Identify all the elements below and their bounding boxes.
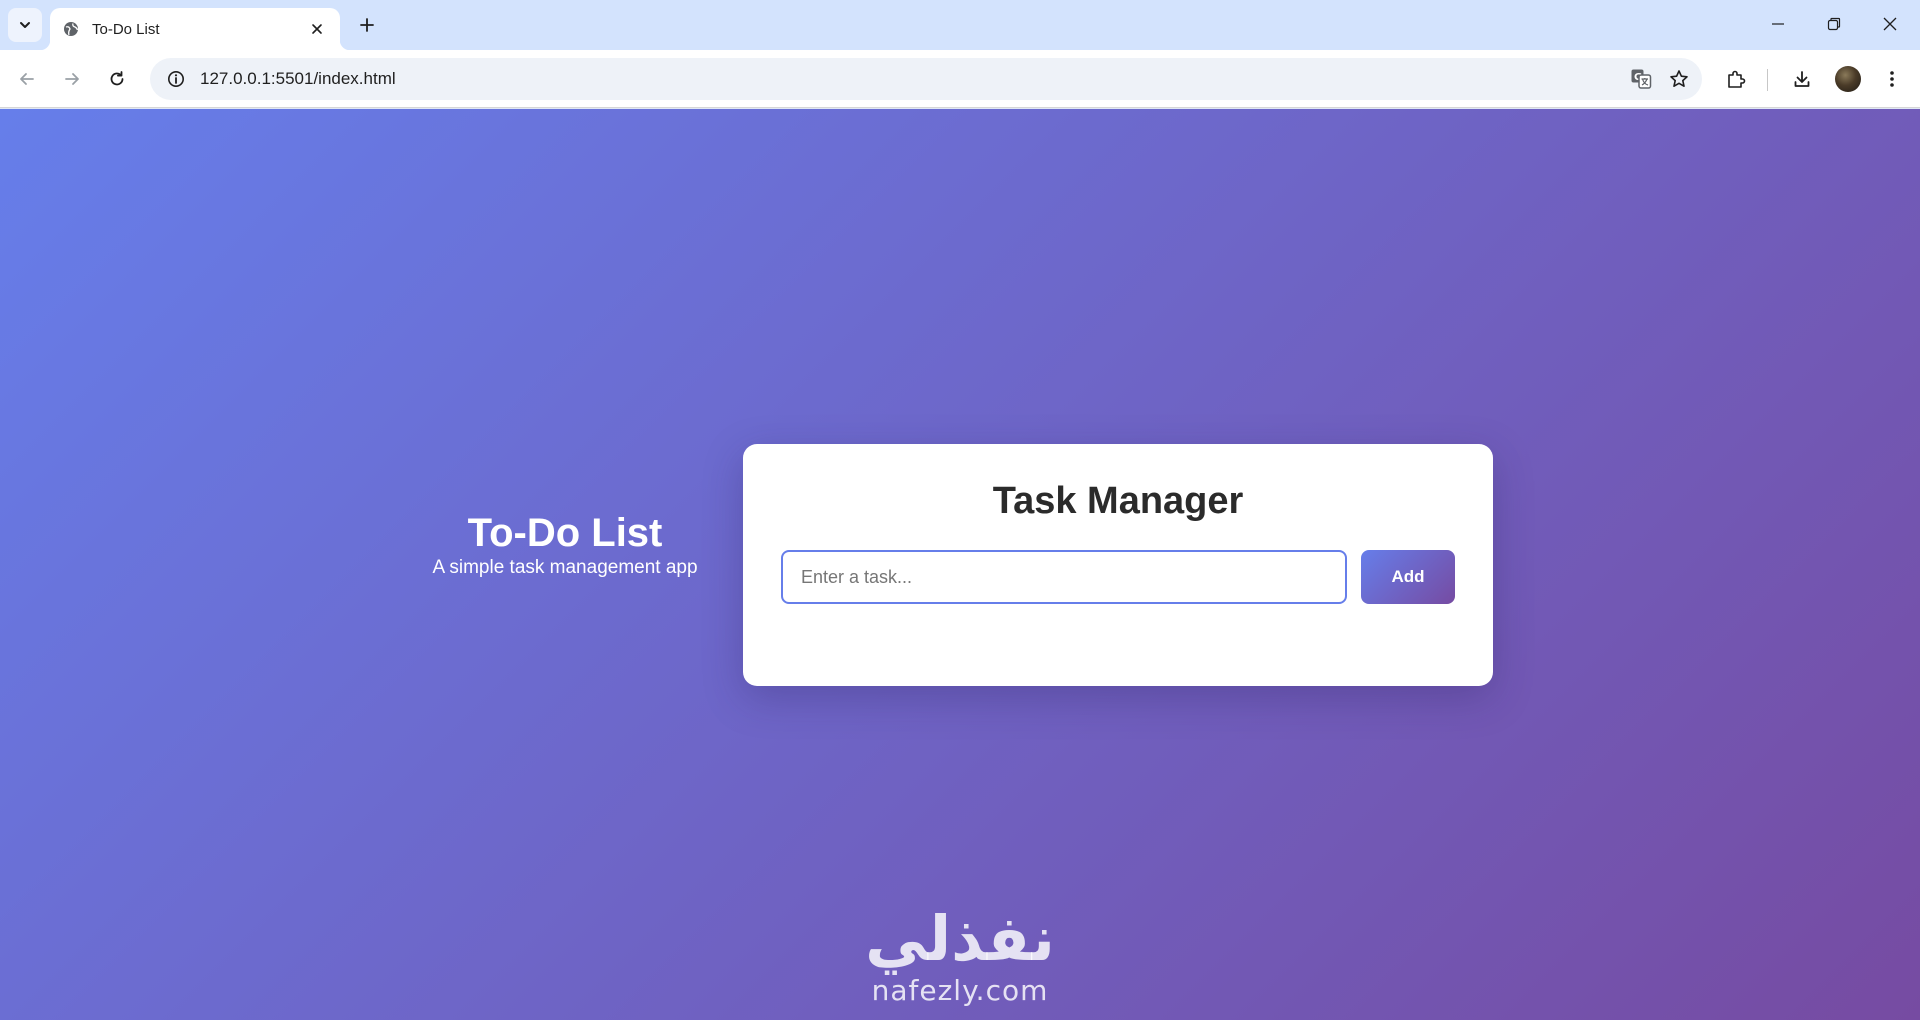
watermark: نفذلي nafezly.com <box>835 904 1085 1008</box>
tab-strip: To-Do List <box>0 0 1920 50</box>
task-input[interactable] <box>781 550 1347 604</box>
arrow-right-icon <box>65 73 79 85</box>
page-subtitle: A simple task management app <box>432 557 698 578</box>
site-info-button[interactable] <box>154 58 198 100</box>
new-tab-button[interactable] <box>352 10 382 40</box>
toolbar-separator <box>1767 69 1768 91</box>
restore-icon <box>1827 17 1841 31</box>
close-window-button[interactable] <box>1862 0 1918 48</box>
restore-button[interactable] <box>1806 0 1862 48</box>
bookmark-button[interactable] <box>1660 60 1698 98</box>
task-manager-card: Task Manager Add <box>743 444 1493 686</box>
translate-icon: G <box>1631 69 1652 89</box>
back-button[interactable] <box>11 63 43 95</box>
watermark-arabic: نفذلي <box>865 902 1055 975</box>
download-icon <box>1794 71 1810 87</box>
downloads-button[interactable] <box>1786 63 1818 95</box>
page-title: To-Do List <box>467 511 663 555</box>
browser-toolbar: 127.0.0.1:5501/index.html G <box>0 50 1920 108</box>
profile-avatar[interactable] <box>1835 66 1861 92</box>
translate-button[interactable]: G <box>1622 60 1660 98</box>
browser-menu-button[interactable] <box>1876 63 1908 95</box>
reload-icon <box>110 71 124 86</box>
close-icon <box>1883 17 1897 31</box>
forward-button[interactable] <box>56 63 88 95</box>
info-icon <box>168 71 184 87</box>
tab-close-button[interactable] <box>306 18 328 40</box>
url-text[interactable]: 127.0.0.1:5501/index.html <box>200 69 1622 89</box>
kebab-menu-icon <box>1890 71 1894 87</box>
tab-search-button[interactable] <box>8 8 42 42</box>
tab-title: To-Do List <box>92 20 160 38</box>
close-icon <box>312 24 322 34</box>
minimize-icon <box>1772 23 1784 25</box>
puzzle-icon <box>1728 70 1746 88</box>
plus-icon <box>360 18 374 32</box>
address-bar[interactable]: 127.0.0.1:5501/index.html G <box>150 58 1702 100</box>
reload-button[interactable] <box>101 63 133 95</box>
star-icon <box>1670 70 1688 87</box>
extensions-button[interactable] <box>1720 63 1752 95</box>
browser-tab[interactable]: To-Do List <box>40 8 350 50</box>
watermark-url: nafezly.com <box>871 974 1049 1007</box>
arrow-left-icon <box>20 73 34 85</box>
card-title: Task Manager <box>992 480 1244 522</box>
globe-icon <box>62 20 80 38</box>
task-list <box>781 620 1455 650</box>
add-task-button[interactable]: Add <box>1361 550 1455 604</box>
hero-section: To-Do List A simple task management app <box>420 510 710 580</box>
chevron-down-icon <box>20 22 30 28</box>
minimize-button[interactable] <box>1750 0 1806 48</box>
page-viewport: To-Do List A simple task management app … <box>0 109 1920 1020</box>
